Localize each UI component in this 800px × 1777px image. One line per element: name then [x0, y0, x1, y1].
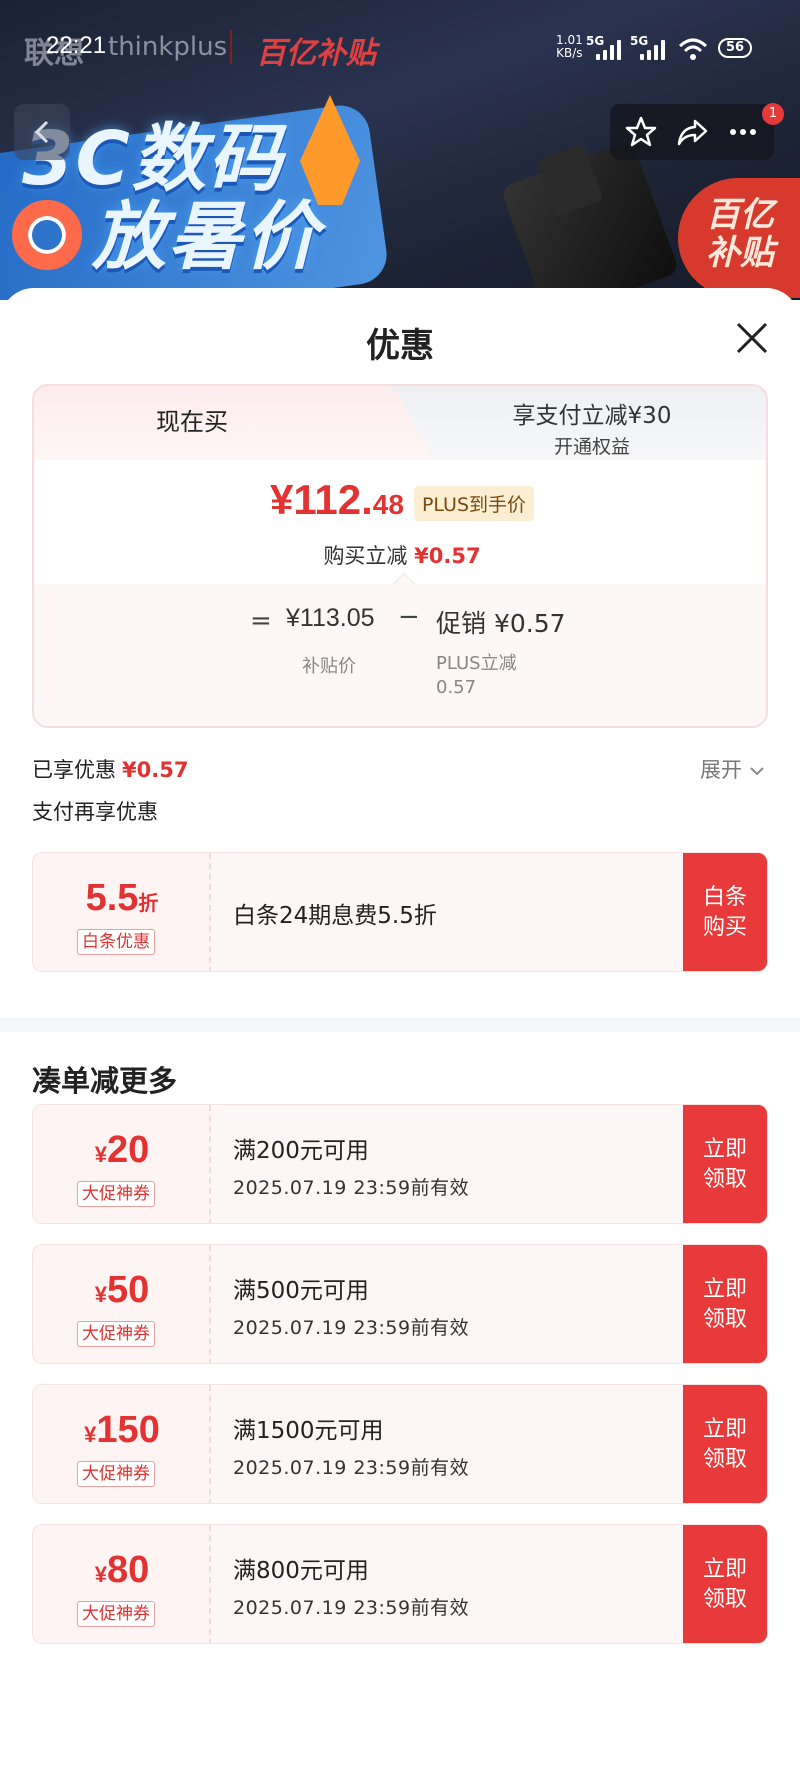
subsidy-price: ¥113.05	[286, 604, 375, 632]
coupon-expiry: 2025.07.19 23:59前有效	[233, 1316, 470, 1339]
baitiao-title: 白条24期息费5.5折	[233, 903, 437, 929]
claim-coupon-button[interactable]: 立即 领取	[683, 1385, 767, 1503]
coupon-condition: 满800元可用	[233, 1557, 369, 1584]
coupon-tag: 大促神券	[77, 1601, 155, 1627]
coupon-amount: ¥50	[94, 1269, 150, 1311]
coupon-tag: 大促神券	[77, 1181, 155, 1207]
coupon-card: ¥80 大促神券 满800元可用 2025.07.19 23:59前有效 立即 …	[32, 1524, 768, 1644]
promo-label: PLUS立减 0.57	[436, 653, 517, 698]
notification-badge: 1	[762, 103, 784, 125]
expand-toggle[interactable]: 展开	[700, 754, 765, 784]
minus-sign: −	[398, 602, 420, 632]
coupon-condition: 满500元可用	[233, 1277, 369, 1304]
back-button[interactable]	[14, 104, 70, 160]
signal-icon	[596, 38, 621, 60]
more-icon[interactable]	[726, 115, 760, 149]
price-details: ¥112.48 PLUS到手价 购买立减 ¥0.57 = ¥113.05 补贴价…	[34, 460, 766, 726]
coupon-expiry: 2025.07.19 23:59前有效	[233, 1176, 470, 1199]
status-bar: 联想 thinkplus 百亿补贴 22:21 1.01 KB/s 5G 5G …	[0, 0, 800, 90]
enjoyed-value: ¥0.57	[122, 758, 189, 782]
section-title: 凑单减更多	[32, 1064, 178, 1098]
battery-icon: 56	[718, 38, 752, 58]
coupon-amount: ¥150	[84, 1409, 160, 1451]
coupon-condition: 满1500元可用	[233, 1417, 384, 1444]
tab-pay-discount[interactable]: 享支付立减¥30 开通权益	[414, 396, 766, 459]
tab-pay-discount-sub: 开通权益	[553, 436, 630, 458]
wifi-icon	[678, 38, 708, 60]
baitiao-discount: 5.5折	[85, 877, 159, 919]
chevron-down-icon	[749, 767, 764, 776]
enjoyed-label: 已享优惠	[32, 758, 116, 782]
tab-buy-now[interactable]: 现在买	[34, 386, 364, 460]
star-icon[interactable]	[624, 115, 658, 149]
pay-more-title: 支付再享优惠	[32, 800, 158, 824]
discount-sheet: 优惠 现在买 享支付立减¥30 开通权益 ¥112.48 PLUS到手价 购买立…	[0, 288, 800, 1777]
promo-amount: 促销 ¥0.57	[436, 609, 566, 638]
reduce-value: ¥0.57	[414, 544, 481, 568]
coupon-expiry: 2025.07.19 23:59前有效	[233, 1596, 470, 1619]
sheet-title: 优惠	[366, 326, 434, 366]
baitiao-buy-button[interactable]: 白条 购买	[683, 853, 767, 971]
enjoyed-discount: 已享优惠 ¥0.57	[32, 754, 188, 784]
coupon-card: ¥50 大促神券 满500元可用 2025.07.19 23:59前有效 立即 …	[32, 1244, 768, 1364]
coupon-amount: ¥80	[94, 1549, 150, 1591]
equals-sign: =	[250, 606, 272, 636]
coupon-tag: 大促神券	[77, 1461, 155, 1487]
tab-pay-discount-label: 享支付立减¥30	[512, 403, 672, 429]
share-icon[interactable]	[675, 115, 709, 149]
chevron-left-icon	[34, 120, 49, 144]
close-icon[interactable]	[732, 318, 772, 358]
net-speed: 1.01 KB/s	[556, 33, 583, 60]
coupon-condition: 满200元可用	[233, 1137, 369, 1164]
baitiao-offer-card: 5.5折 白条优惠 白条24期息费5.5折 白条 购买	[32, 852, 768, 972]
coupon-card: ¥20 大促神券 满200元可用 2025.07.19 23:59前有效 立即 …	[32, 1104, 768, 1224]
clock: 22:21	[46, 32, 107, 59]
brand-campaign: 百亿补贴	[256, 36, 376, 71]
final-price-row: ¥112.48 PLUS到手价	[34, 476, 766, 527]
brand-en: thinkplus	[108, 32, 228, 62]
price-card: 现在买 享支付立减¥30 开通权益 ¥112.48 PLUS到手价 购买立减 ¥…	[32, 384, 768, 728]
headline-line2: 放暑价	[92, 194, 320, 280]
expand-label: 展开	[700, 758, 742, 782]
claim-coupon-button[interactable]: 立即 领取	[683, 1245, 767, 1363]
purchase-tabs: 现在买 享支付立减¥30 开通权益	[34, 386, 766, 460]
reduce-label: 购买立减	[323, 544, 408, 568]
final-price: ¥112.48	[269, 476, 404, 523]
subsidy-badge: 百亿 补贴	[678, 178, 800, 298]
subsidy-price-label: 补贴价	[302, 656, 356, 677]
header-actions	[610, 104, 774, 160]
lifebuoy-graphic	[12, 200, 82, 270]
coupon-card: ¥150 大促神券 满1500元可用 2025.07.19 23:59前有效 立…	[32, 1384, 768, 1504]
brand-divider	[230, 30, 232, 64]
baitiao-tag: 白条优惠	[77, 929, 155, 955]
signal-icon	[640, 38, 665, 60]
claim-coupon-button[interactable]: 立即 领取	[683, 1105, 767, 1223]
coupon-tag: 大促神券	[77, 1321, 155, 1347]
section-divider	[0, 1018, 800, 1032]
coupon-amount: ¥20	[94, 1129, 150, 1171]
coupon-expiry: 2025.07.19 23:59前有效	[233, 1456, 470, 1479]
price-breakdown: = ¥113.05 补贴价 − 促销 ¥0.57 PLUS立减 0.57	[34, 572, 766, 726]
purchase-reduction: 购买立减 ¥0.57	[34, 540, 766, 570]
claim-coupon-button[interactable]: 立即 领取	[683, 1525, 767, 1643]
plus-price-tag: PLUS到手价	[413, 486, 535, 521]
